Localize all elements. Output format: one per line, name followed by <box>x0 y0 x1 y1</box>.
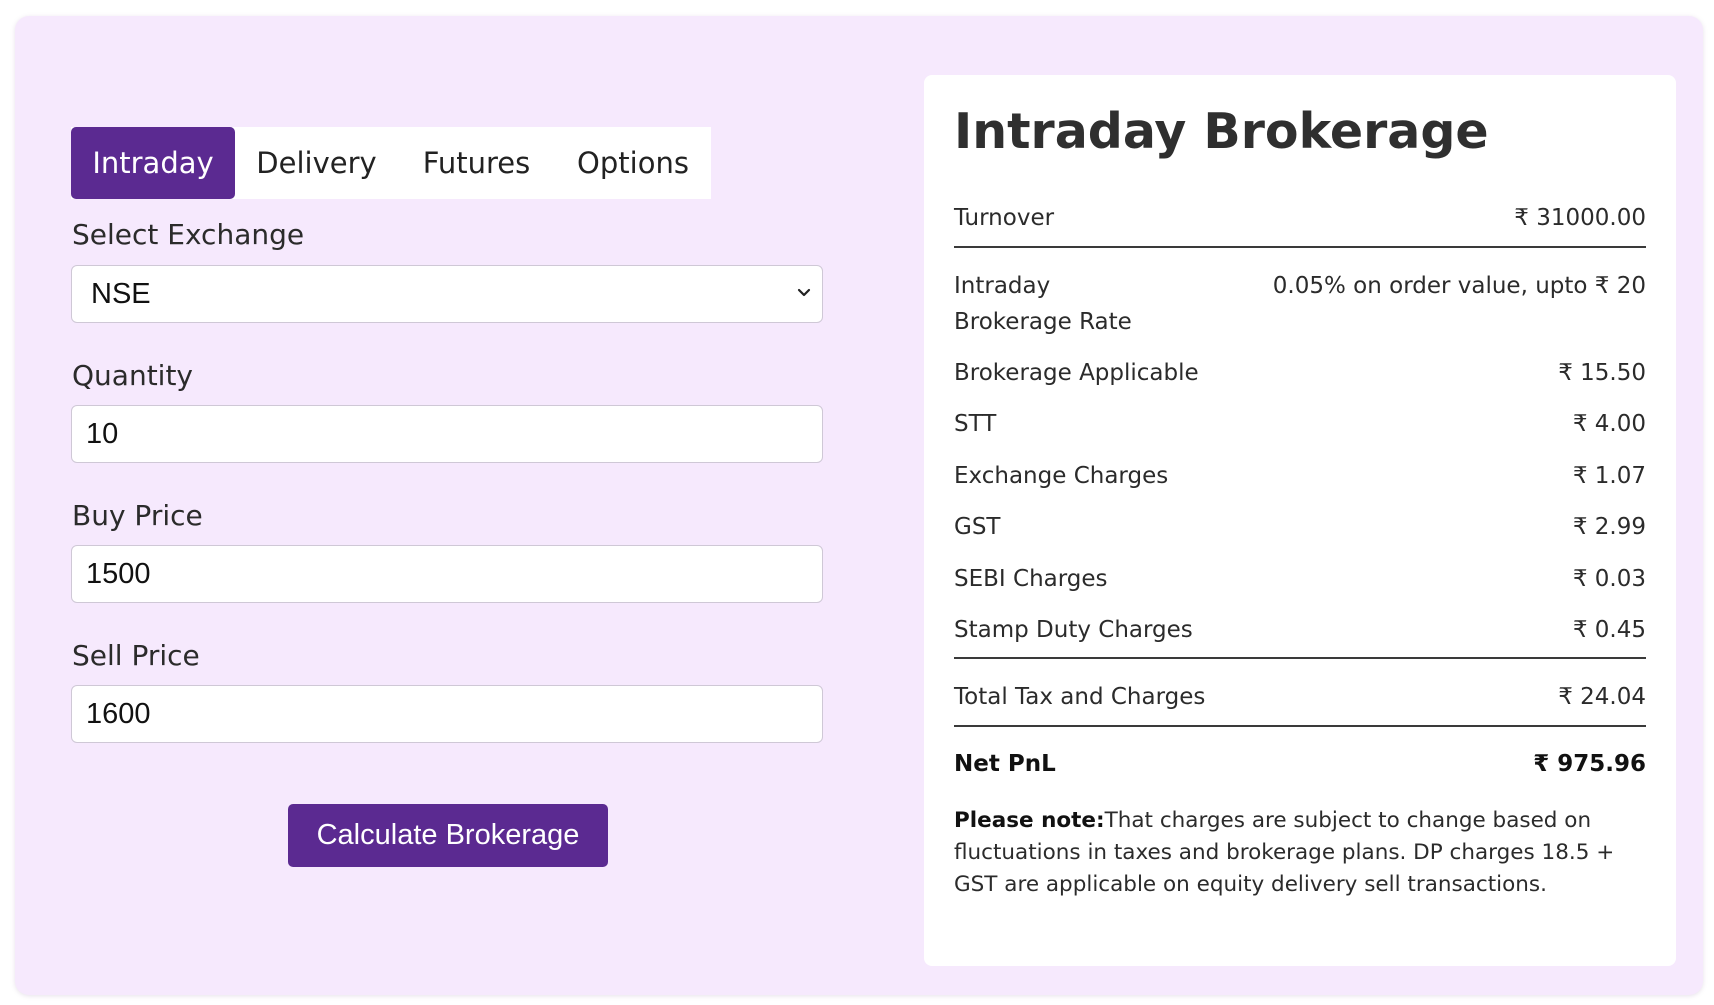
exchange-select[interactable]: NSE <box>71 265 823 323</box>
tab-options[interactable]: Options <box>555 127 711 199</box>
divider <box>954 657 1646 659</box>
turnover-label: Turnover <box>954 205 1055 231</box>
buy-price-input[interactable]: 1500 <box>71 545 823 603</box>
exchange-charges-value: ₹ 1.07 <box>1572 463 1646 489</box>
brokerage-rate-value: 0.05% on order value, upto ₹ 20 <box>1272 273 1646 299</box>
stt-value: ₹ 4.00 <box>1572 411 1646 437</box>
total-charges-label: Total Tax and Charges <box>954 684 1206 710</box>
sell-price-input[interactable]: 1600 <box>71 685 823 743</box>
quantity-input[interactable]: 10 <box>71 405 823 463</box>
stamp-duty-label: Stamp Duty Charges <box>954 617 1193 643</box>
buy-price-value: 1500 <box>86 557 151 590</box>
quantity-value: 10 <box>86 417 119 450</box>
brokerage-applicable-label: Brokerage Applicable <box>954 360 1199 386</box>
stt-label: STT <box>954 411 997 437</box>
brokerage-rate-label: Intraday Brokerage Rate <box>954 273 1132 335</box>
net-pnl-label: Net PnL <box>954 751 1056 777</box>
turnover-value: ₹ 31000.00 <box>1514 205 1646 231</box>
sebi-charges-value: ₹ 0.03 <box>1572 566 1646 592</box>
gst-label: GST <box>954 514 1001 540</box>
tab-intraday[interactable]: Intraday <box>71 127 235 199</box>
exchange-selected-value: NSE <box>91 277 151 310</box>
note-prefix: Please note: <box>954 808 1105 833</box>
segment-tabs: Intraday Delivery Futures Options <box>71 127 711 199</box>
exchange-label: Select Exchange <box>72 218 305 251</box>
total-charges-value: ₹ 24.04 <box>1558 684 1646 710</box>
calculate-brokerage-button[interactable]: Calculate Brokerage <box>288 804 608 867</box>
brokerage-applicable-value: ₹ 15.50 <box>1558 360 1646 386</box>
sell-price-label: Sell Price <box>72 639 200 672</box>
exchange-charges-label: Exchange Charges <box>954 463 1169 489</box>
divider <box>954 725 1646 727</box>
divider <box>954 246 1646 248</box>
result-title: Intraday Brokerage <box>954 103 1489 160</box>
sell-price-value: 1600 <box>86 697 151 730</box>
tab-futures[interactable]: Futures <box>398 127 555 199</box>
calculator-container: Intraday Delivery Futures Options Select… <box>15 16 1703 995</box>
gst-value: ₹ 2.99 <box>1572 514 1646 540</box>
stamp-duty-value: ₹ 0.45 <box>1572 617 1646 643</box>
sebi-charges-label: SEBI Charges <box>954 566 1108 592</box>
net-pnl-value: ₹ 975.96 <box>1533 751 1646 777</box>
buy-price-label: Buy Price <box>72 499 203 532</box>
tab-delivery[interactable]: Delivery <box>235 127 398 199</box>
disclaimer-note: Please note:That charges are subject to … <box>954 805 1654 901</box>
chevron-down-icon <box>797 288 811 297</box>
result-card: Intraday Brokerage Turnover ₹ 31000.00 I… <box>924 75 1676 966</box>
quantity-label: Quantity <box>72 359 193 392</box>
